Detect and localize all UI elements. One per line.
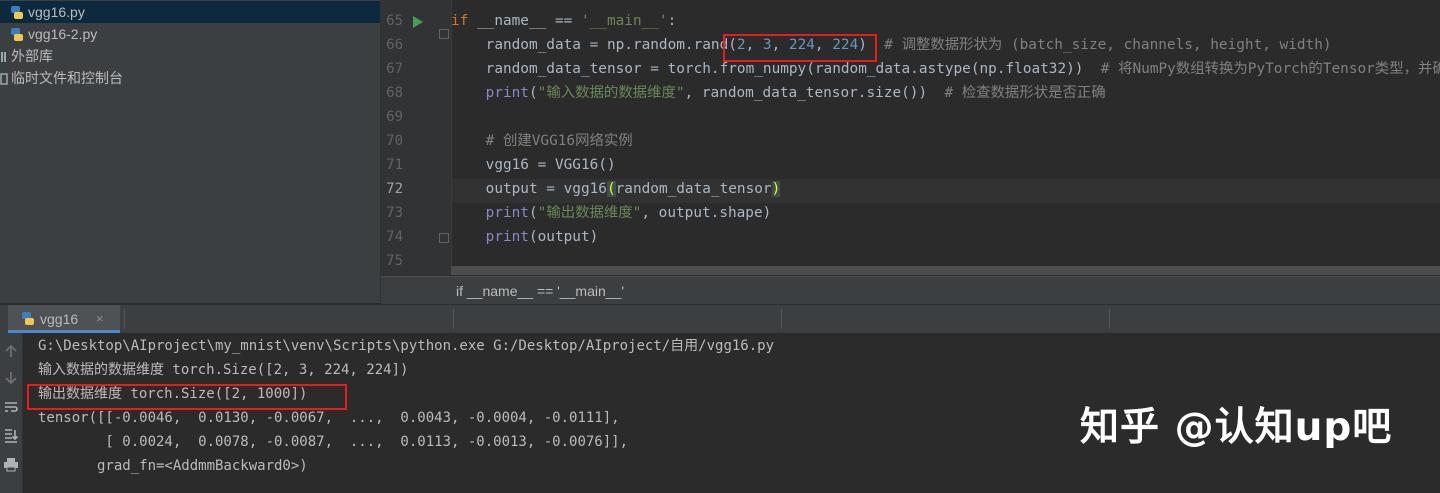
- tree-item-scratches[interactable]: 临时文件和控制台: [0, 67, 123, 89]
- code-token: (: [528, 85, 538, 101]
- code-token: , output.shape): [641, 205, 772, 221]
- line-number: 70: [386, 133, 403, 149]
- line-number: 69: [386, 109, 403, 125]
- code-line: 71 vgg16 = VGG16(): [381, 153, 1440, 177]
- code-token: print: [485, 229, 529, 245]
- scroll-to-end-icon[interactable]: [3, 427, 19, 443]
- run-toolwindow-header: vgg16 ×: [0, 304, 1440, 334]
- code-token: # 创建VGG16网络实例: [485, 133, 633, 149]
- code-editor[interactable]: 65 if __name__ == '__main__': 66 random_da…: [381, 0, 1440, 275]
- up-arrow-icon[interactable]: [3, 343, 19, 359]
- code-line: 66 random_data = np.random.rand(2, 3, 22…: [381, 33, 1440, 57]
- highlight-box-output-shape: [27, 384, 347, 410]
- console-line: G:\Desktop\AIproject\my_mnist\venv\Scrip…: [38, 338, 775, 354]
- tree-item-vgg16[interactable]: vgg16.py: [0, 1, 380, 23]
- code-token: '__main__': [580, 13, 668, 29]
- code-token: random_data = np.random.rand(: [451, 37, 737, 53]
- python-file-icon: [11, 28, 23, 42]
- run-toolbar: [0, 333, 23, 493]
- code-token: ): [771, 181, 781, 197]
- line-number: 65: [386, 13, 403, 29]
- breadcrumb[interactable]: if __name__ == '__main__': [456, 277, 624, 305]
- code-token: random_data_tensor: [615, 181, 772, 197]
- project-tree-panel: vgg16.py vgg16-2.py 外部库 临时文件和控制台: [0, 0, 381, 303]
- line-number: 71: [386, 157, 403, 173]
- code-token: print: [485, 85, 529, 101]
- code-token: (output): [528, 229, 599, 245]
- code-token: # 调整数据形状为 (batch_size, channels, height,…: [884, 37, 1332, 53]
- print-icon[interactable]: [3, 456, 19, 472]
- code-line: 72 output = vgg16(random_data_tensor): [381, 177, 1440, 201]
- code-token: random_data_tensor = torch.from_numpy(ra…: [451, 61, 1101, 77]
- tree-item-vgg16-2[interactable]: vgg16-2.py: [9, 23, 97, 45]
- code-text: print("输入数据的数据维度", random_data_tensor.si…: [451, 81, 1106, 105]
- console-line: [ 0.0024, 0.0078, -0.0087, ..., 0.0113, …: [38, 434, 629, 450]
- tree-item-label: 临时文件和控制台: [11, 70, 123, 86]
- code-token: __name__ ==: [468, 13, 581, 29]
- editor-horizontal-scrollbar[interactable]: [451, 266, 1440, 275]
- console-line: 输入数据的数据维度 torch.Size([2, 3, 224, 224]): [38, 362, 409, 378]
- line-number: 67: [386, 61, 403, 77]
- python-file-icon: [11, 6, 23, 20]
- code-line: 73 print("输出数据维度", output.shape): [381, 201, 1440, 225]
- line-number: 75: [386, 253, 403, 269]
- watermark: 知乎 @认知up吧: [1080, 405, 1393, 450]
- code-token: if: [451, 13, 469, 29]
- line-number: 66: [386, 37, 403, 53]
- code-token: (: [606, 181, 616, 197]
- line-number: 68: [386, 85, 403, 101]
- tree-item-label: vgg16-2.py: [28, 26, 98, 42]
- tree-item-external-libraries[interactable]: 外部库: [0, 45, 53, 67]
- code-token: (: [528, 205, 538, 221]
- code-line: 65 if __name__ == '__main__':: [381, 9, 1440, 33]
- code-text: vgg16 = VGG16(): [451, 153, 616, 177]
- python-run-icon: [22, 312, 34, 325]
- scratches-icon: [0, 73, 8, 86]
- code-text: output = vgg16(random_data_tensor): [451, 177, 781, 201]
- code-line: 74 print(output): [381, 225, 1440, 249]
- code-token: output = vgg16: [451, 181, 607, 197]
- code-text: print(output): [451, 225, 599, 249]
- close-icon[interactable]: ×: [96, 305, 104, 333]
- code-token: # 检查数据形状是否正确: [944, 85, 1106, 101]
- code-token: "输出数据维度": [537, 205, 642, 221]
- code-text: if __name__ == '__main__':: [451, 9, 676, 33]
- code-text: random_data = np.random.rand(2, 3, 224, …: [451, 33, 1332, 57]
- soft-wrap-icon[interactable]: [3, 399, 19, 415]
- breadcrumb-bar: if __name__ == '__main__': [381, 276, 1440, 304]
- line-number: 72: [386, 181, 403, 197]
- line-number: 74: [386, 229, 403, 245]
- code-line: 67 random_data_tensor = torch.from_numpy…: [381, 57, 1440, 81]
- code-token: # 将NumPy数组转换为PyTorch的Tensor类型，并确: [1100, 61, 1440, 77]
- code-text: random_data_tensor = torch.from_numpy(ra…: [451, 57, 1440, 81]
- code-line: 70 # 创建VGG16网络实例: [381, 129, 1440, 153]
- run-tab-vgg16[interactable]: vgg16 ×: [8, 305, 120, 333]
- down-arrow-icon[interactable]: [3, 370, 19, 386]
- code-token: , random_data_tensor.size()): [684, 85, 945, 101]
- code-token: :: [667, 13, 677, 29]
- code-token: "输入数据的数据维度": [537, 85, 685, 101]
- console-line: grad_fn=<AddmmBackward0>): [38, 458, 308, 474]
- code-token: vgg16 = VGG16(): [451, 157, 616, 173]
- line-number: 73: [386, 205, 403, 221]
- tree-item-label: vgg16.py: [28, 4, 85, 20]
- run-tab-label: vgg16: [40, 311, 79, 327]
- tree-item-label: 外部库: [11, 48, 53, 64]
- code-text: print("输出数据维度", output.shape): [451, 201, 772, 225]
- highlight-box-rand-args: [723, 34, 877, 62]
- code-token: print: [485, 205, 529, 221]
- code-text: # 创建VGG16网络实例: [451, 129, 633, 153]
- code-line: 68 print("输入数据的数据维度", random_data_tensor…: [381, 81, 1440, 105]
- code-line: 69: [381, 105, 1440, 129]
- library-icon: [1, 52, 6, 63]
